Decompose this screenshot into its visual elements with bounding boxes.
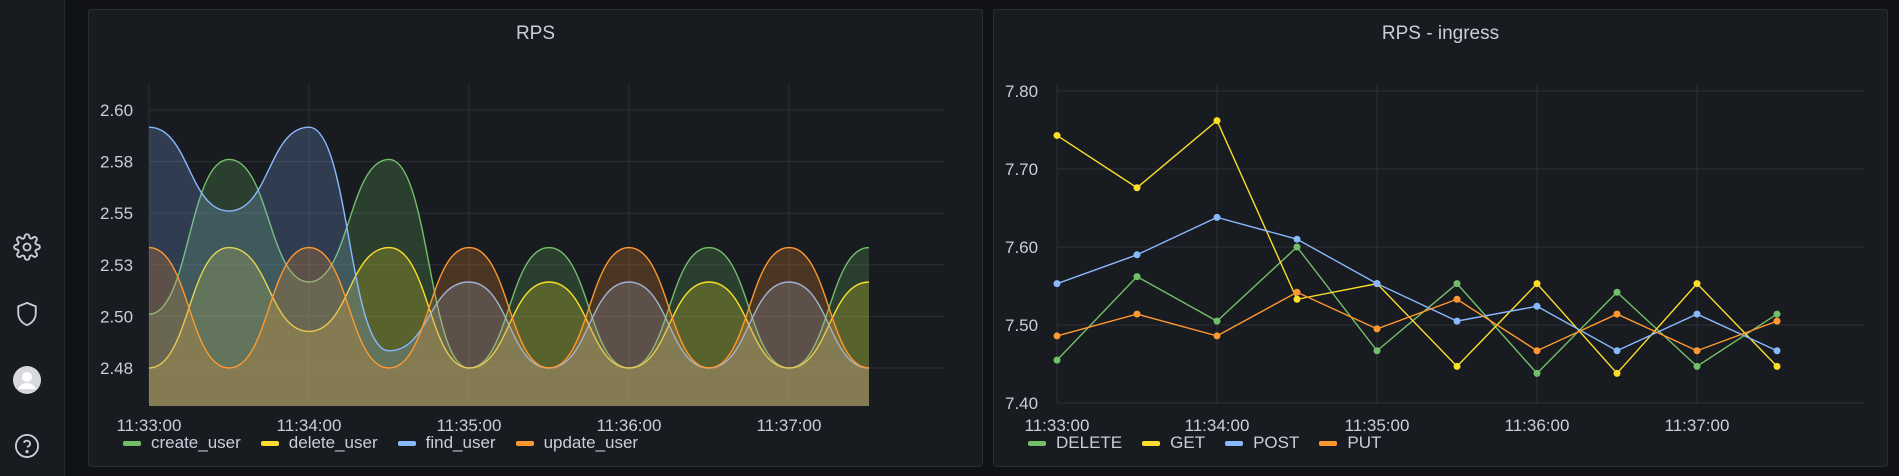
y-tick-label: 2.53 xyxy=(100,256,133,275)
legend-item-delete[interactable]: DELETE xyxy=(1028,433,1122,453)
point-put xyxy=(1693,347,1701,355)
point-get xyxy=(1053,131,1061,139)
point-post xyxy=(1293,235,1301,243)
point-get xyxy=(1213,117,1221,125)
x-tick-label: 11:37:00 xyxy=(1665,416,1730,435)
point-delete xyxy=(1053,356,1061,364)
point-put xyxy=(1373,325,1381,333)
gear-icon[interactable] xyxy=(13,233,41,261)
point-put xyxy=(1773,317,1781,325)
legend-item-find-user[interactable]: find_user xyxy=(397,433,496,453)
legend-item-post[interactable]: POST xyxy=(1225,433,1299,453)
point-put xyxy=(1053,332,1061,340)
legend-label: create_user xyxy=(151,433,241,452)
y-tick-label: 7.50 xyxy=(1005,316,1038,335)
point-delete xyxy=(1133,273,1141,281)
shield-icon[interactable] xyxy=(13,300,41,328)
point-post xyxy=(1373,280,1381,288)
legend-label: POST xyxy=(1253,433,1300,452)
y-tick-label: 7.70 xyxy=(1005,160,1038,179)
point-put xyxy=(1293,288,1301,296)
x-tick-label: 11:37:00 xyxy=(757,416,822,435)
legend-swatch xyxy=(1225,440,1244,446)
point-get xyxy=(1293,295,1301,303)
y-tick-label: 2.58 xyxy=(100,153,133,172)
legend-swatch xyxy=(260,440,279,446)
point-delete xyxy=(1213,317,1221,325)
avatar[interactable] xyxy=(13,366,41,394)
y-tick-label: 2.55 xyxy=(100,204,133,223)
help-icon[interactable] xyxy=(13,432,41,460)
point-post xyxy=(1213,213,1221,221)
point-put xyxy=(1453,295,1461,303)
legend-item-get[interactable]: GET xyxy=(1142,433,1205,453)
series-line-post xyxy=(1056,216,1778,352)
point-put xyxy=(1533,347,1541,355)
legend-label: PUT xyxy=(1347,433,1382,452)
point-post xyxy=(1053,280,1061,288)
legend-swatch xyxy=(1142,440,1161,446)
point-put xyxy=(1213,332,1221,340)
point-post xyxy=(1613,347,1621,355)
series-line-delete xyxy=(1056,245,1778,375)
point-put xyxy=(1613,310,1621,318)
y-tick-label: 2.60 xyxy=(100,101,133,120)
legend-swatch xyxy=(397,440,416,446)
legend-label: DELETE xyxy=(1056,433,1123,452)
point-post xyxy=(1453,317,1461,325)
rps-chart: 2.482.502.532.552.582.6011:33:00 11:34:00… xyxy=(100,85,944,435)
point-get xyxy=(1453,362,1461,370)
rps-ingress-chart: 7.407.507.607.707.8011:33:00 11:34:00 11:3… xyxy=(1005,82,1864,435)
point-get xyxy=(1773,362,1781,370)
point-post xyxy=(1533,302,1541,310)
y-tick-label: 2.48 xyxy=(100,359,133,378)
point-delete xyxy=(1533,369,1541,377)
legend-swatch xyxy=(1028,440,1046,446)
legend-label: update_user xyxy=(543,433,639,452)
legend-item-create-user[interactable]: create_user xyxy=(123,433,241,453)
point-get xyxy=(1613,369,1621,377)
point-put xyxy=(1133,310,1141,318)
point-delete xyxy=(1293,243,1301,251)
legend-swatch xyxy=(1319,440,1338,446)
legend-label: GET xyxy=(1170,433,1206,452)
legend: DELETE GET POST PUT xyxy=(1028,433,1381,453)
x-tick-label: 11:36:00 xyxy=(1505,416,1570,435)
legend-swatch xyxy=(515,440,534,446)
y-tick-label: 2.50 xyxy=(100,307,133,326)
point-delete xyxy=(1373,347,1381,355)
legend-item-update-user[interactable]: update_user xyxy=(515,433,639,453)
point-get xyxy=(1533,280,1541,288)
legend-swatch xyxy=(123,440,141,446)
point-post xyxy=(1133,251,1141,259)
point-delete xyxy=(1613,288,1621,296)
legend-label: delete_user xyxy=(288,433,378,452)
point-post xyxy=(1773,347,1781,355)
point-get xyxy=(1693,280,1701,288)
point-post xyxy=(1693,310,1701,318)
sidebar xyxy=(0,0,65,476)
series-line-put xyxy=(1056,291,1778,352)
point-delete xyxy=(1693,362,1701,370)
point-delete xyxy=(1773,310,1781,318)
point-get xyxy=(1133,184,1141,192)
panel-rps-ingress[interactable]: RPS - ingress 7.40 7.50 7.60 7.70 7.80 11:33:… xyxy=(993,9,1888,467)
y-tick-label: 7.40 xyxy=(1005,394,1038,413)
y-tick-label: 7.60 xyxy=(1005,238,1038,257)
y-tick-label: 7.80 xyxy=(1005,82,1038,101)
legend: create_user delete_user find_user update… xyxy=(123,433,638,453)
panel-rps[interactable]: RPS 2.48 2.50 2.53 2.55 2.58 2.60 11:33:00 11:3… xyxy=(88,9,983,467)
grid xyxy=(1056,85,1864,404)
legend-item-delete-user[interactable]: delete_user xyxy=(260,433,378,453)
legend-item-put[interactable]: PUT xyxy=(1319,433,1381,453)
legend-label: find_user xyxy=(425,433,496,452)
point-delete xyxy=(1453,280,1461,288)
